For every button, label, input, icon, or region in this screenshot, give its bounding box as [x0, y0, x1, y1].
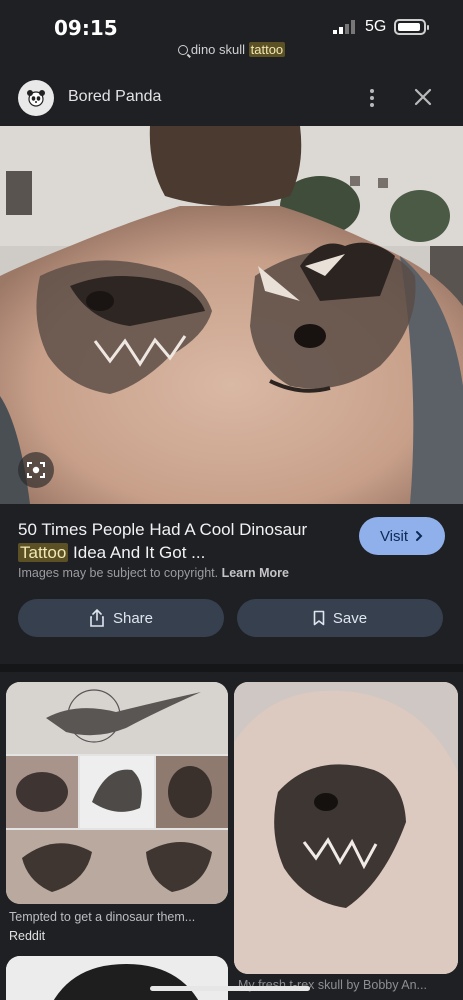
source-bar: Bored Panda [0, 70, 463, 126]
title-line2: Idea And It Got ... [68, 543, 206, 562]
related-caption-1[interactable]: Tempted to get a dinosaur them... [9, 910, 229, 924]
collage-image [6, 682, 228, 904]
related-source-1[interactable]: Reddit [9, 929, 45, 943]
battery-icon [394, 19, 429, 35]
home-indicator[interactable] [150, 986, 310, 991]
title-highlight: Tattoo [18, 543, 69, 562]
share-button[interactable]: Share [18, 599, 224, 637]
copyright-notice: Images may be subject to copyright. Lear… [18, 566, 289, 580]
bookmark-icon [313, 610, 325, 626]
query-text: dino skull [190, 42, 249, 57]
related-image-1[interactable] [6, 682, 228, 904]
section-divider [0, 664, 463, 672]
copyright-text: Images may be subject to copyright. [18, 566, 219, 580]
signal-icon [333, 20, 355, 34]
share-icon [90, 609, 104, 627]
lens-icon [27, 462, 45, 478]
query-highlight: tattoo [248, 42, 286, 57]
source-logo[interactable] [18, 80, 54, 116]
more-options-icon[interactable] [364, 86, 380, 110]
learn-more-link[interactable]: Learn More [222, 566, 289, 580]
main-image[interactable] [0, 126, 463, 504]
chevron-right-icon [416, 531, 423, 541]
save-button[interactable]: Save [237, 599, 443, 637]
network-type: 5G [365, 18, 387, 35]
title-line1: 50 Times People Had A Cool Dinosaur [18, 520, 308, 539]
related-image-2[interactable] [234, 682, 458, 974]
visit-label: Visit [379, 527, 409, 545]
source-name[interactable]: Bored Panda [68, 88, 161, 106]
close-icon[interactable] [412, 86, 434, 108]
visit-button[interactable]: Visit [359, 517, 445, 555]
panda-icon [27, 90, 45, 107]
save-label: Save [332, 609, 368, 627]
result-title[interactable]: 50 Times People Had A Cool Dinosaur Tatt… [18, 518, 348, 564]
lens-button[interactable] [18, 452, 54, 488]
share-label: Share [112, 609, 154, 627]
search-query[interactable]: dino skull tattoo [0, 42, 463, 64]
partial-image [6, 956, 228, 1000]
related-image-3[interactable] [6, 956, 228, 1000]
trex-skull-image [234, 682, 458, 974]
clock: 09:15 [54, 16, 118, 40]
status-bar: 09:15 5G [0, 0, 463, 48]
search-icon [177, 45, 188, 55]
